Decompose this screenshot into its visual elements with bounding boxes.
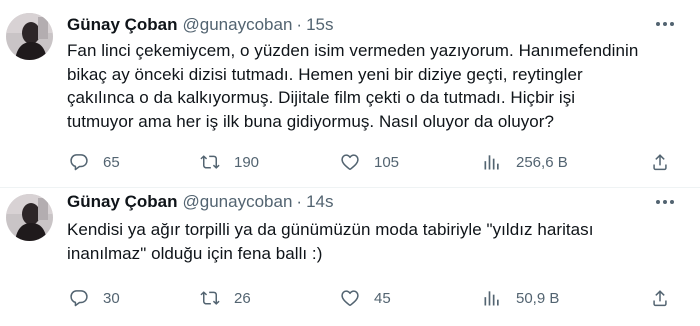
reply-count: 30 <box>103 289 120 307</box>
tweet-header: Günay Çoban @gunaycoban · 14s <box>67 192 650 212</box>
tweet-text-line: tutmuyor ama her iş ilk buna gidiyormuş.… <box>67 111 554 131</box>
retweet-button[interactable]: 190 <box>200 150 259 174</box>
retweet-icon <box>200 155 220 169</box>
like-button[interactable]: 105 <box>340 150 399 174</box>
tweet-actions: 65 190 105 256,6 B <box>0 150 700 174</box>
author-handle[interactable]: @gunaycoban <box>183 192 293 211</box>
tweet[interactable]: Günay Çoban @gunaycoban · 14s Kendisi ya ağ… <box>0 188 700 325</box>
reply-button[interactable]: 30 <box>69 286 120 310</box>
views-chart-icon <box>484 155 499 170</box>
timestamp[interactable]: 15s <box>306 15 333 34</box>
share-icon <box>653 154 667 171</box>
tweet-actions: 30 26 45 50,9 B <box>0 286 700 310</box>
retweet-button[interactable]: 26 <box>200 286 251 310</box>
reply-count: 65 <box>103 153 120 171</box>
avatar[interactable] <box>6 194 53 241</box>
like-count: 105 <box>374 153 400 171</box>
reply-icon <box>70 290 88 307</box>
heart-icon <box>341 154 359 170</box>
author-name[interactable]: Günay Çoban <box>67 15 178 34</box>
more-options-icon[interactable] <box>654 192 676 212</box>
reply-button[interactable]: 65 <box>69 150 120 174</box>
separator-dot: · <box>296 15 303 34</box>
retweet-count: 26 <box>234 289 251 307</box>
tweet-text-line: inanılmaz" olduğu için fena ballı :) <box>67 243 323 263</box>
views-count: 50,9 B <box>516 289 560 307</box>
share-button[interactable] <box>650 286 670 310</box>
share-icon <box>653 290 667 307</box>
like-button[interactable]: 45 <box>340 286 391 310</box>
reply-icon <box>70 154 88 171</box>
separator-dot: · <box>296 192 303 211</box>
heart-icon <box>341 290 359 306</box>
views-chart-icon <box>484 291 499 306</box>
tweet-text-line: Kendisi ya ağır torpilli ya da günümüzün… <box>67 220 594 239</box>
views-button[interactable]: 50,9 B <box>482 286 559 310</box>
tweet-text-line: Fan linci çekemiycem, o yüzden isim verm… <box>67 41 639 60</box>
tweet-text-line: bikaç ay önceki dizisi tutmadı. Hemen ye… <box>67 64 583 84</box>
timestamp[interactable]: 14s <box>306 192 333 211</box>
tweet-text-line: çakılınca o da kalkıyormuş. Dijitale fil… <box>67 88 576 107</box>
views-count: 256,6 B <box>516 153 568 171</box>
like-count: 45 <box>374 289 391 307</box>
more-options-icon[interactable] <box>654 14 676 34</box>
author-name[interactable]: Günay Çoban <box>67 192 178 211</box>
tweet[interactable]: Günay Çoban @gunaycoban · 15s Fan linci çek… <box>0 0 700 188</box>
tweet-text: Fan linci çekemiycem, o yüzden isim verm… <box>67 39 686 133</box>
author-handle[interactable]: @gunaycoban <box>183 15 293 34</box>
retweet-icon <box>200 291 220 305</box>
tweet-text: Kendisi ya ağır torpilli ya da günümüzün… <box>67 218 686 265</box>
avatar[interactable] <box>6 13 53 60</box>
tweet-header: Günay Çoban @gunaycoban · 15s <box>67 15 650 35</box>
retweet-count: 190 <box>234 153 260 171</box>
views-button[interactable]: 256,6 B <box>482 150 568 174</box>
share-button[interactable] <box>650 150 670 174</box>
